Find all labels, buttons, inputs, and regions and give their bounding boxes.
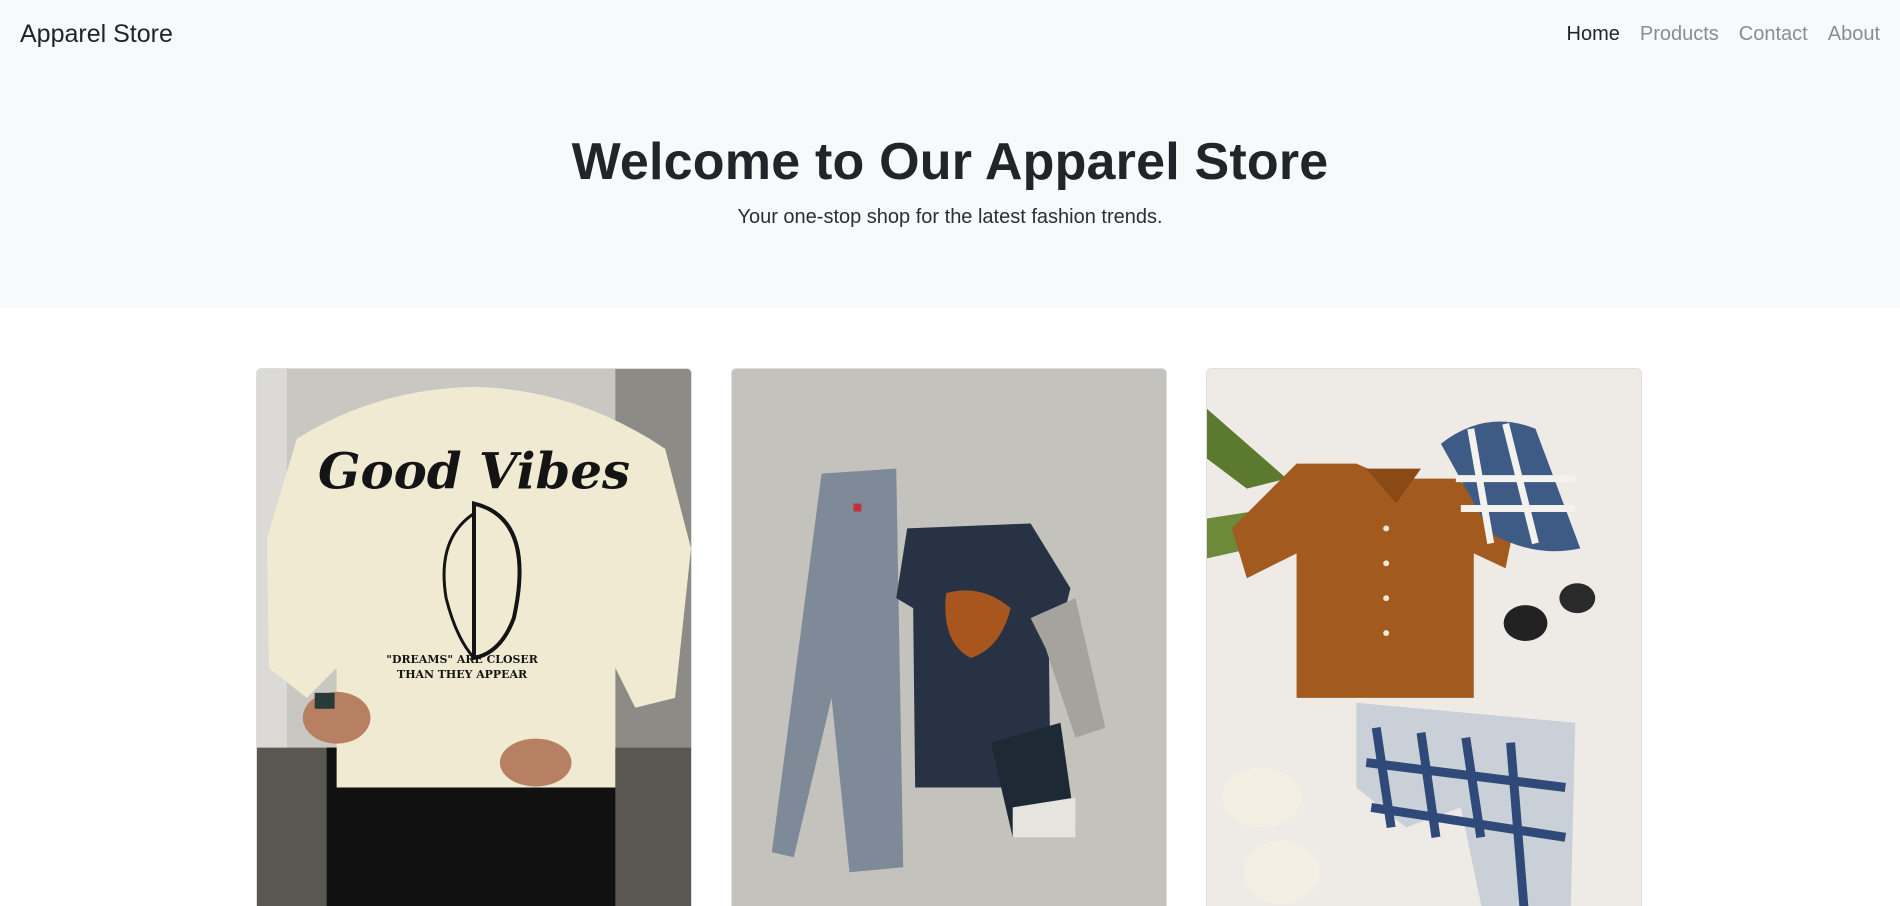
nav-link-contact[interactable]: Contact: [1739, 23, 1808, 46]
nav-link-products[interactable]: Products: [1640, 23, 1719, 46]
product-grid: Good Vibes "DREAMS" ARE CLOSER THAN THEY…: [0, 308, 1900, 906]
hero-title: Welcome to Our Apparel Store: [571, 133, 1329, 191]
navbar: Apparel Store Home Products Contact Abou…: [0, 0, 1900, 68]
nav-link-home[interactable]: Home: [1567, 23, 1620, 46]
product-card-1[interactable]: Good Vibes "DREAMS" ARE CLOSER THAN THEY…: [256, 368, 692, 906]
tshirt-print-line3: THAN THEY APPEAR: [397, 668, 528, 681]
tshirt-print-title: Good Vibes: [318, 442, 630, 501]
hero-subtitle: Your one-stop shop for the latest fashio…: [737, 206, 1163, 228]
product-image-kids-outfit[interactable]: [1207, 369, 1641, 906]
tshirt-print-line2: "DREAMS" ARE CLOSER: [386, 653, 538, 666]
product-card-2[interactable]: [731, 368, 1167, 906]
product-card-3[interactable]: [1206, 368, 1642, 906]
product-image-tshirt[interactable]: Good Vibes "DREAMS" ARE CLOSER THAN THEY…: [257, 369, 691, 906]
nav-links: Home Products Contact About: [1567, 23, 1881, 46]
nav-link-about[interactable]: About: [1828, 23, 1880, 46]
product-image-denim-outfit[interactable]: [732, 369, 1166, 906]
brand-logo-link[interactable]: Apparel Store: [20, 20, 173, 49]
hero-section: Welcome to Our Apparel Store Your one-st…: [0, 68, 1900, 308]
